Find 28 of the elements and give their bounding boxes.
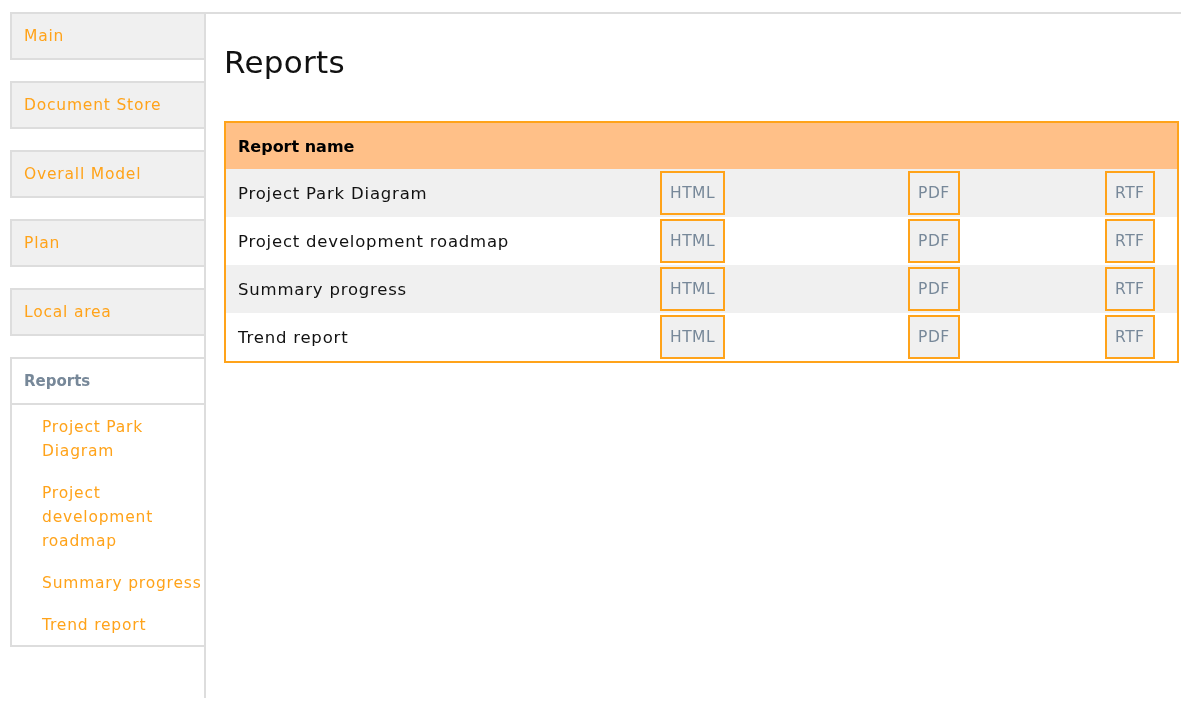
submenu-link[interactable]: Project Park Diagram	[42, 415, 206, 463]
export-button[interactable]: HTML	[660, 267, 726, 311]
page-title: Reports	[224, 44, 346, 80]
submenu-link[interactable]: Summary progress	[42, 571, 206, 595]
export-button[interactable]: PDF	[908, 315, 960, 359]
export-button[interactable]: RTF	[1105, 315, 1155, 359]
sidebar-tab[interactable]: Overall Model	[10, 150, 206, 198]
sidebar-tab[interactable]: Main	[10, 12, 206, 60]
export-button[interactable]: PDF	[908, 171, 960, 215]
column-header: Report name	[225, 122, 660, 169]
export-button[interactable]: RTF	[1105, 171, 1155, 215]
submenu-link[interactable]: Project development roadmap	[42, 481, 206, 553]
sidebar-tab[interactable]: Document Store	[10, 81, 206, 129]
submenu-link[interactable]: Trend report	[42, 613, 206, 637]
export-button[interactable]: RTF	[1105, 219, 1155, 263]
export-button[interactable]: PDF	[908, 219, 960, 263]
export-button[interactable]: PDF	[908, 267, 960, 311]
export-button[interactable]: HTML	[660, 315, 726, 359]
export-button[interactable]: RTF	[1105, 267, 1155, 311]
sidebar-tab[interactable]: Local area	[10, 288, 206, 336]
sidebar-tab[interactable]: Plan	[10, 219, 206, 267]
export-button[interactable]: HTML	[660, 219, 726, 263]
table-cell: Summary progress	[225, 265, 660, 313]
table-cell: Project Park Diagram	[225, 169, 660, 217]
table-cell: Project development roadmap	[225, 217, 660, 265]
table-cell: Trend report	[225, 313, 660, 362]
export-button[interactable]: HTML	[660, 171, 726, 215]
sidebar-tab[interactable]: Reports	[10, 357, 206, 405]
